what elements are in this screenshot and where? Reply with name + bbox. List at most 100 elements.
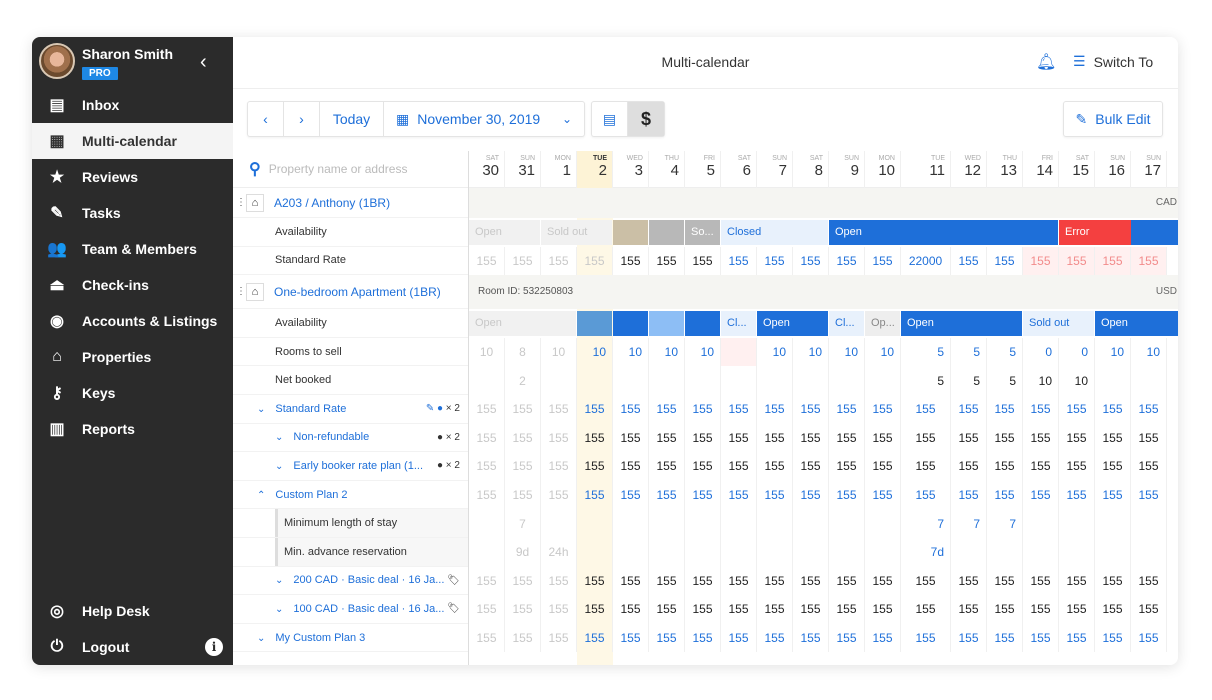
date-column-header[interactable]: THU 13 [987,151,1023,188]
calendar-cell[interactable]: 155 [577,595,613,624]
calendar-cell[interactable] [793,538,829,567]
calendar-cell[interactable]: 155 [721,246,757,276]
calendar-cell[interactable] [613,538,649,567]
notification-bell-icon[interactable]: 🔔︎ [1036,52,1056,72]
calendar-cell[interactable]: 155 [1095,595,1131,624]
date-picker[interactable]: ▦ November 30, 2019 ⌄ [384,102,584,136]
calendar-cell[interactable]: 155 [613,395,649,424]
calendar-cell[interactable]: 155 [1131,480,1167,510]
calendar-cell[interactable]: 155 [541,566,577,596]
calendar-cell[interactable]: 155 [685,595,721,624]
calendar-cell[interactable]: 155 [865,246,901,276]
calendar-cell[interactable]: 155 [1023,452,1059,481]
calendar-cell[interactable]: 155 [951,452,987,481]
calendar-cell[interactable]: 7 [901,509,951,538]
availability-bar[interactable] [649,311,684,336]
sidebar-item-accounts-listings[interactable]: ◉ Accounts & Listings [32,303,233,339]
calendar-cell[interactable]: 10 [1095,337,1131,367]
sidebar-item-reports[interactable]: ▥ Reports [32,411,233,447]
calendar-cell[interactable]: 155 [505,480,541,510]
date-column-header[interactable]: SUN 16 [1095,151,1131,188]
calendar-cell[interactable]: 155 [505,623,541,653]
calendar-cell[interactable]: 155 [951,566,987,596]
date-column-header[interactable]: SAT 30 [469,151,505,188]
calendar-cell[interactable] [1023,538,1059,567]
calendar-cell[interactable] [685,366,721,395]
bulk-edit-button[interactable]: ✎ Bulk Edit [1063,101,1163,137]
calendar-cell[interactable] [757,509,793,538]
calendar-cell[interactable]: 155 [829,623,865,653]
availability-bar[interactable]: So... [685,220,720,245]
rate-plan-row[interactable]: ⌄ Standard Rate ✎ ● × 2 [233,395,468,424]
calendar-cell[interactable]: 155 [1023,395,1059,424]
sidebar-item-keys[interactable]: ⚷ Keys [32,375,233,411]
calendar-cell[interactable]: 155 [829,595,865,624]
availability-bar[interactable]: Cl... [829,311,864,336]
calendar-cell[interactable]: 155 [577,452,613,481]
calendar-cell[interactable]: 155 [577,480,613,510]
date-column-header[interactable]: SAT 6 [721,151,757,188]
calendar-cell[interactable]: 7 [987,509,1023,538]
calendar-cell[interactable]: 155 [469,423,505,453]
calendar-cell[interactable]: 155 [1095,623,1131,653]
calendar-cell[interactable]: 0 [1023,337,1059,367]
calendar-cell[interactable] [1095,538,1131,567]
calendar-cell[interactable] [649,366,685,395]
calendar-cell[interactable]: 155 [951,246,987,276]
calendar-cell[interactable]: 155 [1059,595,1095,624]
calendar-cell[interactable]: 155 [865,395,901,424]
calendar-cell[interactable]: 155 [987,246,1023,276]
rate-plan-row[interactable]: ⌃ Custom Plan 2 [233,481,468,510]
calendar-cell[interactable]: 155 [757,246,793,276]
calendar-cell[interactable] [685,509,721,538]
calendar-cell[interactable] [577,366,613,395]
calendar-cell[interactable]: 155 [829,566,865,596]
availability-bar[interactable] [685,311,720,336]
calendar-cell[interactable]: 155 [649,246,685,276]
availability-bar[interactable]: Op... [865,311,900,336]
property-search-input[interactable] [268,162,459,176]
availability-view-button[interactable]: ▤ [592,102,628,136]
calendar-cell[interactable]: 155 [865,423,901,453]
calendar-cell[interactable]: 155 [649,423,685,453]
calendar-cell[interactable]: 155 [793,595,829,624]
calendar-cell[interactable]: 155 [505,452,541,481]
calendar-cell[interactable] [829,538,865,567]
calendar-cell[interactable]: 155 [649,452,685,481]
calendar-cell[interactable]: 155 [541,480,577,510]
calendar-cell[interactable] [577,509,613,538]
calendar-cell[interactable]: 155 [469,480,505,510]
calendar-cell[interactable]: 155 [987,395,1023,424]
calendar-cell[interactable]: 5 [987,366,1023,395]
calendar-cell[interactable]: 155 [649,566,685,596]
calendar-cell[interactable]: 155 [577,423,613,453]
calendar-cell[interactable] [1095,366,1131,395]
date-column-header[interactable]: FRI 5 [685,151,721,188]
date-column-header[interactable]: TUE 11 [901,151,951,188]
calendar-cell[interactable]: 155 [1095,246,1131,276]
calendar-cell[interactable] [541,366,577,395]
calendar-cell[interactable]: 155 [951,623,987,653]
calendar-cell[interactable]: 155 [469,452,505,481]
calendar-cell[interactable]: 22000 [901,246,951,276]
calendar-cell[interactable]: 155 [757,480,793,510]
calendar-cell[interactable]: 155 [829,452,865,481]
calendar-cell[interactable]: 155 [721,423,757,453]
calendar-cell[interactable]: 24h [541,538,577,567]
calendar-cell[interactable] [469,366,505,395]
date-column-header[interactable]: THU 4 [649,151,685,188]
calendar-cell[interactable]: 5 [951,337,987,367]
calendar-cell[interactable]: 155 [865,623,901,653]
calendar-cell[interactable] [685,538,721,567]
calendar-cell[interactable]: 155 [1131,246,1167,276]
prev-button[interactable]: ‹ [248,102,284,136]
calendar-cell[interactable]: 155 [901,480,951,510]
calendar-cell[interactable] [721,337,757,367]
calendar-cell[interactable]: 155 [505,423,541,453]
calendar-cell[interactable]: 155 [757,423,793,453]
calendar-cell[interactable]: 155 [1059,246,1095,276]
calendar-cell[interactable]: 155 [1131,623,1167,653]
deal-row[interactable]: ⌄ 200 CAD · Basic deal · 16 Ja... 🏷︎ [233,567,468,596]
calendar-cell[interactable]: 9d [505,538,541,567]
calendar-cell[interactable]: 10 [577,337,613,367]
